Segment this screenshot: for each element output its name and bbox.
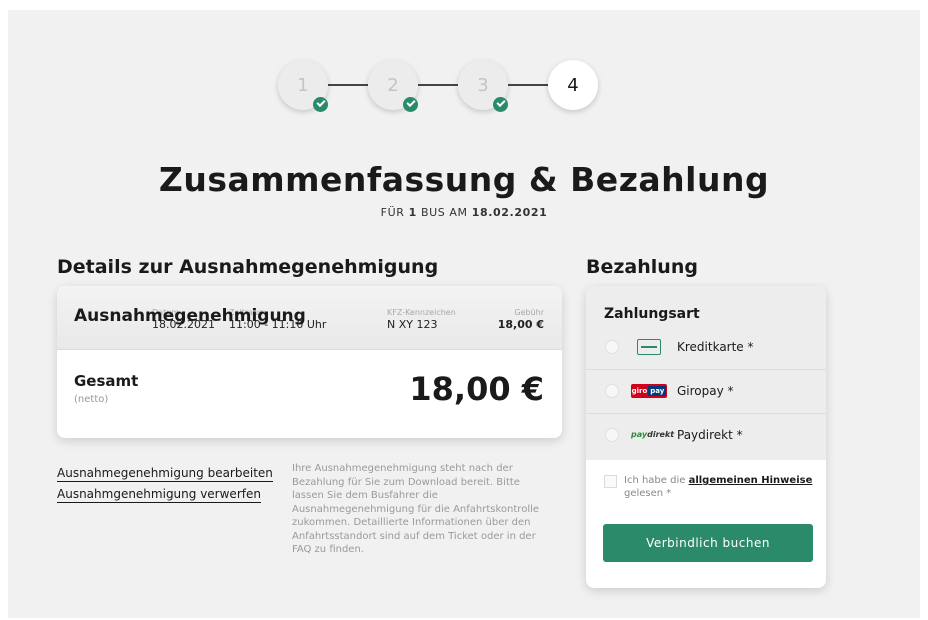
payment-option-label: Kreditkarte * bbox=[677, 340, 754, 354]
step-4-active: 4 bbox=[548, 60, 598, 110]
subtitle-prefix: FÜR bbox=[380, 206, 405, 219]
permit-actions: Ausnahmegenehmigung bearbeiten Ausnahmge… bbox=[57, 466, 273, 508]
fee-value: 18,00 € bbox=[497, 318, 544, 331]
details-heading: Details zur Ausnahmegenehmigung bbox=[57, 256, 439, 278]
page-subtitle: FÜR 1 BUS AM 18.02.2021 bbox=[0, 206, 928, 219]
page-title: Zusammenfassung & Bezahlung bbox=[158, 160, 770, 199]
giropay-logo: giro pay bbox=[631, 382, 667, 398]
step-3[interactable]: 3 bbox=[458, 60, 508, 112]
permit-row: Datum 18.02.2021 Zeitraum 11:00 - 11:10 … bbox=[57, 286, 562, 350]
payment-heading: Bezahlung bbox=[586, 256, 698, 278]
payment-option-label: Paydirekt * bbox=[677, 428, 743, 442]
step-2[interactable]: 2 bbox=[368, 60, 418, 112]
total-net-label: (netto) bbox=[74, 394, 109, 405]
step-number: 2 bbox=[387, 74, 399, 96]
payment-card: Zahlungsart Kreditkarte * giro pay Giropa… bbox=[586, 286, 826, 588]
terms-link[interactable]: allgemeinen Hinweise bbox=[689, 475, 813, 486]
edit-permit-link[interactable]: Ausnahmegenehmigung bearbeiten bbox=[57, 466, 273, 482]
step-connector bbox=[328, 84, 368, 86]
radio-button[interactable] bbox=[605, 384, 619, 398]
subtitle-mid: BUS AM bbox=[420, 206, 468, 219]
step-number: 3 bbox=[477, 74, 489, 96]
permit-summary-card: Datum 18.02.2021 Zeitraum 11:00 - 11:10 … bbox=[57, 286, 562, 438]
payment-option-label: Giropay * bbox=[677, 384, 734, 398]
discard-permit-link[interactable]: Ausnahmgenehmigung verwerfen bbox=[57, 487, 261, 503]
permit-name: Ausnahmegenehmigung bbox=[74, 306, 306, 326]
step-connector bbox=[418, 84, 458, 86]
plate-value: N XY 123 bbox=[387, 318, 438, 331]
plate-label: KFZ-Kennzeichen bbox=[387, 308, 456, 317]
payment-method-label: Zahlungsart bbox=[604, 306, 700, 322]
progress-stepper: 1 2 3 4 bbox=[278, 60, 608, 112]
payment-option-kreditkarte[interactable]: Kreditkarte * bbox=[586, 326, 826, 370]
step-number: 4 bbox=[567, 74, 579, 96]
step-connector bbox=[508, 84, 548, 86]
book-button[interactable]: Verbindlich buchen bbox=[603, 524, 813, 562]
fee-label: Gebühr bbox=[514, 308, 544, 317]
radio-button[interactable] bbox=[605, 340, 619, 354]
total-value: 18,00 € bbox=[409, 370, 544, 408]
total-label: Gesamt bbox=[74, 372, 139, 390]
check-icon bbox=[493, 97, 508, 112]
payment-option-paydirekt[interactable]: paydirekt Paydirekt * bbox=[586, 414, 826, 458]
credit-card-icon bbox=[631, 338, 661, 355]
check-icon bbox=[403, 97, 418, 112]
radio-button[interactable] bbox=[605, 428, 619, 442]
info-text: Ihre Ausnahmegenehmigung steht nach der … bbox=[292, 463, 540, 555]
booking-date: 18.02.2021 bbox=[471, 206, 548, 219]
paydirekt-logo: paydirekt bbox=[631, 430, 675, 439]
step-number: 1 bbox=[297, 74, 309, 96]
bus-count: 1 bbox=[408, 206, 417, 219]
terms-checkbox[interactable] bbox=[604, 475, 617, 488]
check-icon bbox=[313, 97, 328, 112]
terms-text: Ich habe die allgemeinen Hinweise gelese… bbox=[624, 475, 813, 499]
step-1[interactable]: 1 bbox=[278, 60, 328, 112]
payment-option-giropay[interactable]: giro pay Giropay * bbox=[586, 370, 826, 414]
